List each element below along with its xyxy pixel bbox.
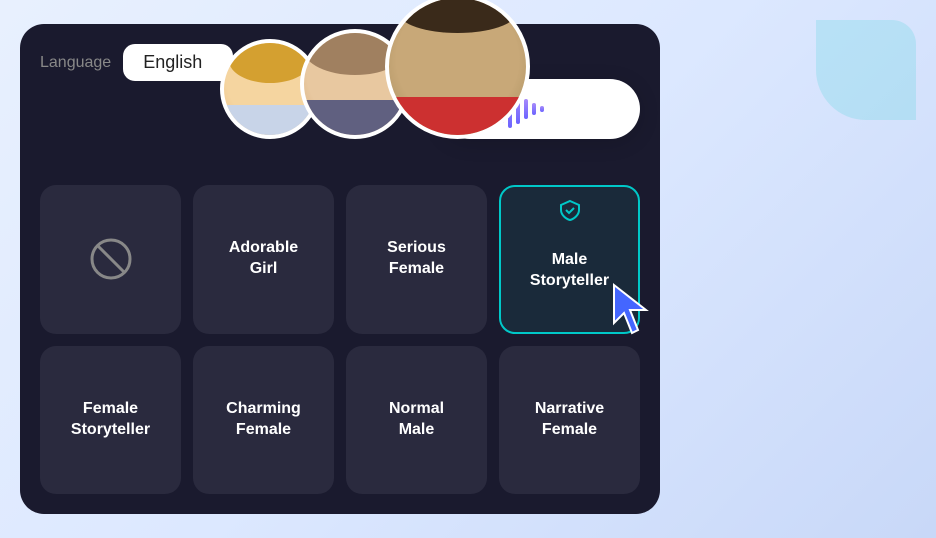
cursor-arrow [610, 281, 658, 342]
voice-card-charming-female[interactable]: CharmingFemale [193, 346, 334, 495]
language-pill[interactable]: English [123, 44, 233, 81]
voice-card-none[interactable] [40, 185, 181, 334]
language-label: Language [40, 54, 111, 72]
voice-card-charming-female-label: CharmingFemale [226, 399, 301, 441]
voice-grid: AdorableGirl SeriousFemale MaleStorytell… [40, 185, 640, 494]
voice-card-adorable-girl-label: AdorableGirl [229, 238, 298, 280]
shield-badge [559, 199, 581, 230]
voice-card-male-storyteller[interactable]: MaleStoryteller [499, 185, 640, 334]
no-voice-icon [89, 237, 133, 281]
voice-card-narrative-female[interactable]: NarrativeFemale [499, 346, 640, 495]
avatar-row [220, 0, 530, 139]
voice-card-narrative-female-label: NarrativeFemale [535, 399, 604, 441]
voice-card-female-storyteller[interactable]: FemaleStoryteller [40, 346, 181, 495]
right-area [660, 20, 916, 518]
voice-card-serious-female-label: SeriousFemale [387, 238, 446, 280]
wave-bar-10 [540, 106, 544, 112]
voice-card-female-storyteller-label: FemaleStoryteller [71, 399, 150, 441]
avatar-man [385, 0, 530, 139]
teal-accent [816, 20, 916, 120]
voice-card-adorable-girl[interactable]: AdorableGirl [193, 185, 334, 334]
voice-card-normal-male-label: NormalMale [389, 399, 444, 441]
voice-card-male-storyteller-label: MaleStoryteller [530, 250, 609, 292]
wave-bar-9 [532, 103, 536, 115]
left-panel: Language English [20, 24, 660, 514]
main-container: Language English [0, 0, 936, 538]
voice-card-normal-male[interactable]: NormalMale [346, 346, 487, 495]
voice-card-serious-female[interactable]: SeriousFemale [346, 185, 487, 334]
